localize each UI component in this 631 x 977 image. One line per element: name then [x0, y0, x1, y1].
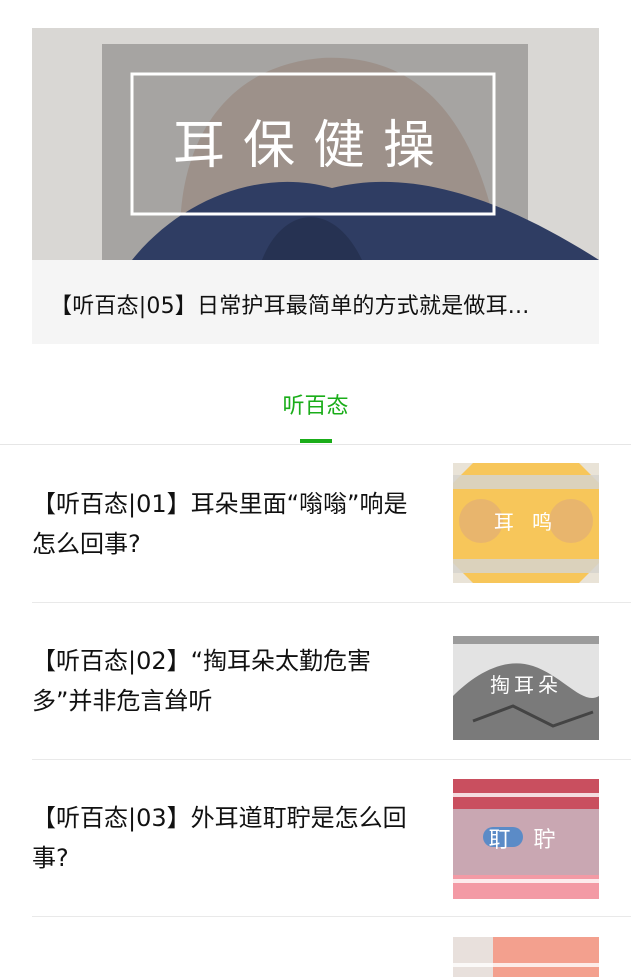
article-thumbnail: 耳 鸣	[453, 463, 599, 583]
article-thumbnail-partial	[453, 937, 599, 977]
list-item[interactable]: 【听百态|03】外耳道耵聍是怎么回事? 耵 聍	[32, 759, 631, 917]
article-list-page: 耳保健操 【听百态|05】日常护耳最简单的方式就是做耳... 听百态 【听百态|…	[0, 0, 631, 977]
featured-article-title: 【听百态|05】日常护耳最简单的方式就是做耳...	[50, 294, 530, 319]
featured-image-caption: 耳保健操	[173, 116, 453, 176]
featured-article-image: 耳保健操	[32, 28, 599, 260]
featured-article-card[interactable]: 耳保健操 【听百态|05】日常护耳最简单的方式就是做耳...	[32, 28, 599, 344]
article-title: 【听百态|01】耳朵里面“嗡嗡”响是怎么回事?	[32, 490, 408, 558]
list-item[interactable]: 【听百态|01】耳朵里面“嗡嗡”响是怎么回事? 耳 鸣	[32, 445, 631, 603]
list-item[interactable]: 【听百态|02】“掏耳朵太勤危害多”并非危言耸听 掏耳朵	[32, 602, 631, 760]
thumb-caption: 耵 聍	[489, 828, 564, 853]
article-title: 【听百态|02】“掏耳朵太勤危害多”并非危言耸听	[32, 647, 372, 715]
article-title: 【听百态|03】外耳道耵聍是怎么回事?	[32, 804, 407, 872]
thumb-caption: 耳 鸣	[494, 510, 558, 534]
tab-tingbaitai[interactable]: 听百态	[0, 388, 631, 420]
article-thumbnail: 掏耳朵	[453, 636, 599, 740]
article-thumbnail: 耵 聍	[453, 779, 599, 899]
thumb-caption: 掏耳朵	[490, 673, 562, 697]
tab-active-indicator	[300, 439, 332, 443]
tab-bar: 听百态	[0, 360, 631, 445]
